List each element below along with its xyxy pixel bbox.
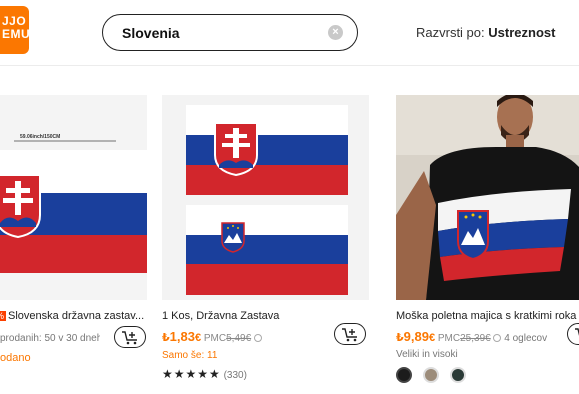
product-title-3[interactable]: Moška poletna majica s kratkimi roka	[396, 310, 579, 322]
color-swatches-3	[396, 367, 474, 383]
product-title-2[interactable]: 1 Kos, Državna Zastava	[162, 310, 362, 322]
logo-text-bottom: EMU	[2, 27, 29, 41]
cart-plus-icon	[122, 331, 137, 345]
sort-label: Razvrsti po:	[416, 25, 485, 40]
size-note-3: Veliki in visoki	[396, 349, 458, 360]
product-card-2[interactable]: 1 Kos, Državna Zastava ₺1,83€ PMC5,49€ S…	[162, 95, 369, 385]
two-flags-image	[162, 95, 369, 300]
rrp-label-2: PMC	[203, 333, 227, 344]
product-image-3[interactable]	[396, 95, 579, 300]
add-to-cart-button-2[interactable]	[334, 323, 366, 345]
add-to-cart-button-1[interactable]	[114, 326, 146, 348]
product-image-1[interactable]: 59.06inch/150CM	[0, 95, 147, 300]
product-card-1[interactable]: 59.06inch/150CM %Slovenska državna zasta…	[0, 95, 147, 385]
review-count-3: 4 oglecov	[504, 333, 548, 344]
price-sign-3: ₺	[396, 332, 404, 344]
clear-search-icon[interactable]: ×	[328, 25, 343, 40]
cart-plus-icon	[575, 328, 579, 336]
currency-3: €	[428, 332, 436, 344]
product-title-1[interactable]: %Slovenska državna zastav...	[0, 310, 144, 322]
price-3: 9,89	[403, 329, 429, 344]
info-icon-2[interactable]	[253, 334, 262, 343]
product-title-text-1: Slovenska državna zastav...	[8, 310, 144, 322]
price-row-3: ₺9,89€ PMC25,39€ 4 oglecov	[396, 329, 547, 344]
sort-value[interactable]: Ustreznost	[488, 25, 555, 40]
rrp-label-3: PMC	[437, 333, 461, 344]
swatch-beige[interactable]	[422, 367, 439, 383]
product-card-3[interactable]: Moška poletna majica s kratkimi roka ₺9,…	[396, 95, 579, 385]
header: JJO EMU Slovenia × Razvrsti po: Ustrezno…	[0, 0, 579, 66]
flag-dimension-label: 59.06inch/150CM	[20, 134, 61, 140]
swatch-darkgreen[interactable]	[449, 367, 466, 383]
sold-count-1: prodanih: 50 v 30 dneh.	[0, 333, 100, 344]
add-to-cart-button-3[interactable]	[567, 323, 579, 345]
slovakia-flag-image	[0, 95, 147, 300]
sold-status-1: odano	[0, 352, 31, 364]
stock-left-2: Samo še: 11	[162, 350, 218, 361]
product-image-2[interactable]	[162, 95, 369, 300]
temu-logo[interactable]: JJO EMU	[0, 6, 29, 54]
review-count-2[interactable]: (330)	[224, 370, 247, 381]
price-2: 1,83	[169, 329, 195, 344]
star-rating-icons: ★★★★★	[162, 367, 221, 381]
tshirt-model-image	[396, 95, 579, 300]
price-sign-2: ₺	[162, 332, 170, 344]
rating-row-2: ★★★★★ (330)	[162, 367, 247, 381]
rrp-value-3: 25,39€	[460, 333, 491, 344]
swatch-black[interactable]	[396, 367, 412, 383]
price-row-2: ₺1,83€ PMC5,49€	[162, 329, 262, 344]
sort-dropdown[interactable]: Razvrsti po: Ustreznost	[416, 25, 555, 40]
discount-badge: %	[0, 311, 7, 321]
search-value[interactable]: Slovenia	[122, 25, 180, 41]
cart-plus-icon	[342, 328, 357, 342]
rrp-value-2: 5,49€	[226, 333, 252, 344]
search-input[interactable]: Slovenia ×	[102, 14, 358, 51]
info-icon-3[interactable]	[493, 334, 502, 343]
currency-2: €	[194, 332, 202, 344]
